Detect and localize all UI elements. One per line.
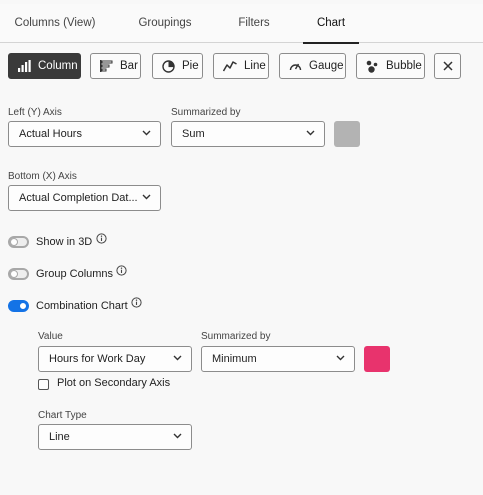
bar-chart-label: Bar — [120, 60, 138, 72]
combo-value: Hours for Work Day — [49, 353, 146, 365]
pie-chart-icon — [162, 59, 175, 73]
chevron-down-icon — [173, 355, 182, 361]
chart-type-value: Line — [49, 431, 70, 443]
show-3d-label: Show in 3D — [36, 236, 93, 248]
combination-chart-toggle[interactable] — [8, 300, 29, 312]
secondary-axis-checkbox[interactable] — [38, 379, 49, 390]
chart-type-label: Chart Type — [38, 410, 87, 421]
bubble-chart-label: Bubble — [386, 60, 422, 72]
line-chart-button[interactable]: Line — [213, 53, 269, 79]
pie-chart-button[interactable]: Pie — [152, 53, 203, 79]
chevron-down-icon — [142, 130, 151, 136]
column-chart-label: Column — [38, 60, 78, 72]
series-color-swatch[interactable] — [334, 121, 360, 147]
info-icon[interactable] — [116, 265, 127, 276]
combo-value-label: Value — [38, 331, 63, 342]
summarized-by-select[interactable]: Sum — [171, 121, 325, 147]
info-icon[interactable] — [131, 297, 142, 308]
bar-chart-icon — [100, 60, 113, 72]
gauge-icon — [289, 63, 302, 71]
chevron-down-icon — [173, 433, 182, 439]
combo-value-select[interactable]: Hours for Work Day — [38, 346, 192, 372]
left-axis-value: Actual Hours — [19, 128, 82, 140]
bubble-chart-button[interactable]: Bubble — [356, 53, 425, 79]
tab-bar: Columns (View) Groupings Filters Chart — [0, 4, 483, 44]
bar-chart-button[interactable]: Bar — [90, 53, 141, 79]
bottom-axis-label: Bottom (X) Axis — [8, 171, 77, 182]
group-columns-label: Group Columns — [36, 268, 114, 280]
group-columns-toggle[interactable] — [8, 268, 29, 280]
combo-color-swatch[interactable] — [364, 346, 390, 372]
chevron-down-icon — [336, 355, 345, 361]
left-axis-select[interactable]: Actual Hours — [8, 121, 161, 147]
chevron-down-icon — [306, 130, 315, 136]
chart-type-select[interactable]: Line — [38, 424, 192, 450]
chevron-down-icon — [142, 194, 151, 200]
bubble-chart-icon — [366, 60, 378, 73]
show-3d-toggle[interactable] — [8, 236, 29, 248]
gauge-label: Gauge — [309, 60, 344, 72]
pie-chart-label: Pie — [182, 60, 199, 72]
combo-summarized-select[interactable]: Minimum — [201, 346, 355, 372]
combination-chart-label: Combination Chart — [36, 300, 128, 312]
close-icon — [442, 61, 453, 71]
tab-groupings[interactable]: Groupings — [110, 4, 220, 43]
line-chart-icon — [223, 61, 237, 72]
tab-chart[interactable]: Chart — [303, 4, 359, 44]
tab-columns-view[interactable]: Columns (View) — [0, 4, 110, 43]
left-axis-label: Left (Y) Axis — [8, 107, 62, 118]
summarized-by-value: Sum — [182, 128, 205, 140]
column-chart-icon — [18, 60, 31, 72]
secondary-axis-label: Plot on Secondary Axis — [57, 377, 171, 389]
info-icon[interactable] — [96, 233, 107, 244]
bottom-axis-value: Actual Completion Dat... — [19, 192, 138, 204]
toggle-knob — [10, 238, 18, 246]
combo-summarized-label: Summarized by — [201, 331, 271, 342]
close-button[interactable] — [434, 53, 461, 79]
bottom-axis-select[interactable]: Actual Completion Dat... — [8, 185, 161, 211]
column-chart-button[interactable]: Column — [8, 53, 81, 79]
tab-filters[interactable]: Filters — [220, 4, 288, 43]
summarized-by-label: Summarized by — [171, 107, 241, 118]
gauge-button[interactable]: Gauge — [279, 53, 346, 79]
toggle-knob — [10, 270, 18, 278]
combo-summarized-value: Minimum — [212, 353, 257, 365]
line-chart-label: Line — [244, 60, 266, 72]
toggle-knob — [19, 302, 27, 310]
